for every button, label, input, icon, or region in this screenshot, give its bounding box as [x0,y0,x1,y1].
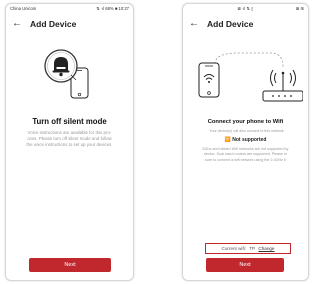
wifi-signal-icon [270,69,296,91]
change-wifi-link[interactable]: Change [258,246,274,251]
wifi-not-supported-icon: 🛜 [224,137,231,143]
status-bar: China Unicom ⇅ ᐧıl 68% ■ 10:27 [6,4,133,13]
current-wifi-label: Current wifi: [221,246,247,251]
status-indicators: ⊠ ᐧıl ⇅ ▯ [237,6,254,11]
voice-instructions-text: Voice instructions are available for thi… [10,130,129,149]
current-wifi-box: Current wifi: TP Change [205,243,291,254]
page-title: Add Device [207,19,254,29]
connect-wifi-heading: Connect your phone to Wifi [207,119,284,125]
back-arrow-icon[interactable]: ← [189,19,199,29]
not-supported-row: 🛜 Not supported [183,137,308,143]
description-line: the voice instructions to set up your de… [26,142,113,148]
phone-icon [198,62,220,98]
note-line: sure to connect a wifi network using the… [204,157,287,162]
wifi-connection-illustration [198,52,303,102]
status-bar: ⊠ ᐧıl ⇅ ▯ ⊠ ⊞ [183,4,308,13]
page-title: Add Device [30,19,77,29]
silent-mode-illustration [44,49,89,99]
back-arrow-icon[interactable]: ← [12,19,22,29]
status-indicators: ⇅ ᐧıl 68% ■ 10:27 [96,6,129,11]
phone-screen-connect-wifi: ⊠ ᐧıl ⇅ ▯ ⊠ ⊞ ← Add Device Connect your … [182,3,309,281]
status-icons: ⊠ ⊞ [295,6,304,11]
phone-screen-silent-mode: China Unicom ⇅ ᐧıl 68% ■ 10:27 ← Add Dev… [5,3,134,281]
next-button[interactable]: Next [206,258,284,272]
carrier-label: China Unicom [10,6,37,11]
network-subtext: Your device(s) will also connect to this… [209,129,284,133]
wifi-requirements-text: 5Ghz and hidden Wifi networks are not su… [183,147,308,163]
silent-mode-heading: Turn off silent mode [32,117,107,126]
router-icon [262,90,303,102]
current-wifi-value: TP [249,246,256,251]
next-button[interactable]: Next [29,258,111,272]
app-bar: ← Add Device [183,16,308,38]
bell-icon [44,49,78,83]
not-supported-label: Not supported [232,137,267,143]
app-bar: ← Add Device [6,16,133,38]
